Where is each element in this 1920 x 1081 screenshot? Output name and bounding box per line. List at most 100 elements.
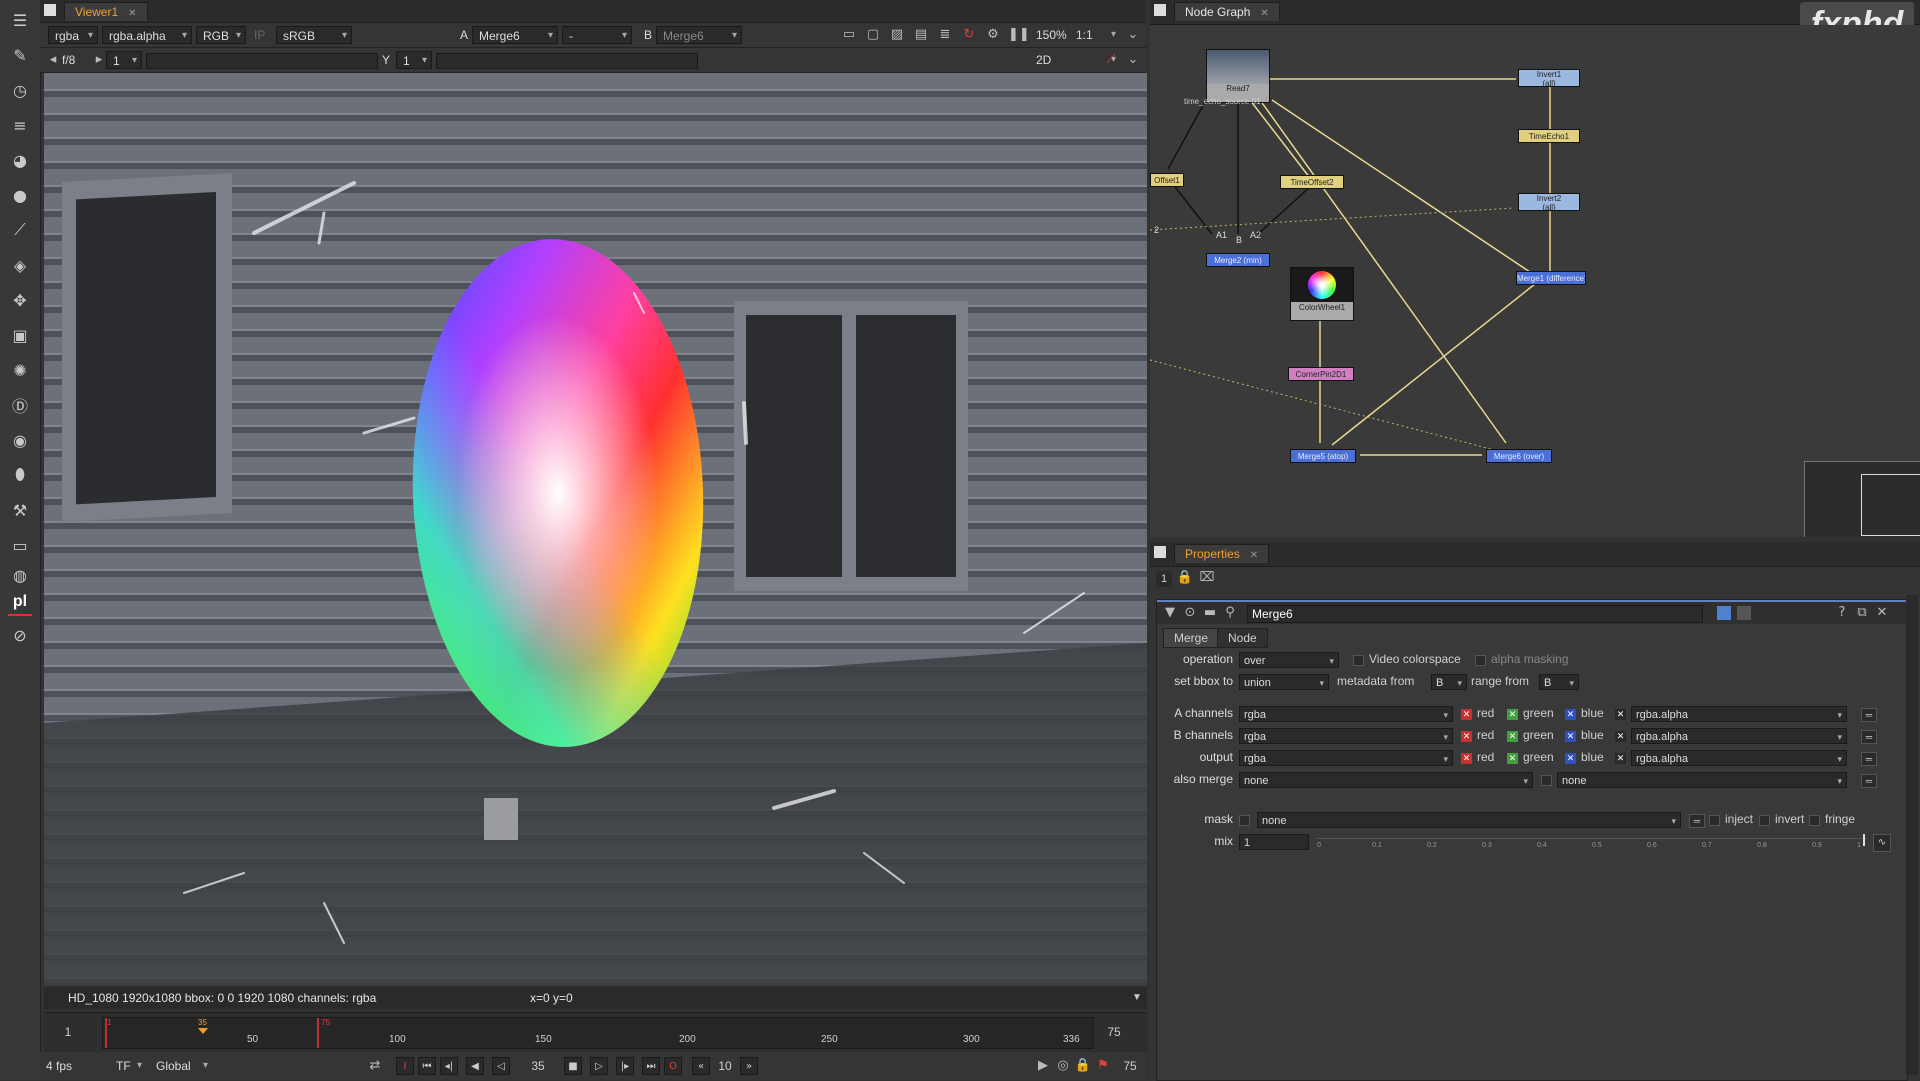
furnace-tool-icon[interactable]: ◍ [8,563,32,587]
also-merge-dropdown[interactable]: none [1239,772,1533,789]
link-icon[interactable]: ═ [1861,774,1877,788]
b-blue-checkbox[interactable]: ✕ [1565,731,1576,742]
refresh-icon[interactable]: ↻ [960,26,978,44]
b-red-checkbox[interactable]: ✕ [1461,731,1472,742]
lock-icon[interactable]: 🔒 [1176,569,1194,587]
tab-viewer1[interactable]: Viewer1 ✕ [64,2,148,21]
invert2-node[interactable]: Invert2 (all) [1518,193,1580,211]
lut-dropdown[interactable]: sRGB [276,26,352,45]
chevron-down-icon[interactable]: ⌄ [1124,51,1142,69]
merge2-node[interactable]: Merge2 (min) [1206,253,1270,267]
pane-menu-icon[interactable] [1154,4,1166,16]
close-icon[interactable]: ✕ [128,8,136,19]
mask-dropdown[interactable]: none [1257,812,1681,829]
cornerpin-node[interactable]: CornerPin2D1 [1288,367,1354,381]
keyer-tool-icon[interactable]: ⟋ [8,218,32,242]
merge-tool-icon[interactable]: ◈ [8,253,32,277]
link-icon[interactable]: ═ [1861,708,1877,722]
read-node[interactable]: Read7 [1206,49,1270,103]
link-icon[interactable]: ═ [1861,752,1877,766]
input-b-dropdown[interactable]: Merge6 [656,26,742,45]
tab-node-graph[interactable]: Node Graph ✕ [1174,2,1280,21]
output-dropdown[interactable]: rgba [1239,750,1453,767]
out-alpha-dropdown[interactable]: rgba.alpha [1631,750,1847,767]
operation-dropdown[interactable]: over [1239,652,1339,669]
out-alpha-checkbox[interactable]: ✕ [1615,753,1626,764]
ip-button[interactable]: IP [254,26,265,44]
invert-checkbox[interactable] [1759,815,1770,826]
view-icon[interactable]: ▬ [1201,604,1219,622]
a-blue-checkbox[interactable]: ✕ [1565,709,1576,720]
playhead-icon[interactable] [198,1028,208,1034]
timeoffset-node[interactable]: TimeOffset2 [1280,175,1344,189]
mix-slider-handle[interactable] [1863,834,1865,846]
also-merge-checkbox[interactable] [1541,775,1552,786]
metadata-dropdown[interactable]: B [1431,674,1467,691]
settings-icon[interactable]: ⚙ [984,26,1002,44]
invert1-node[interactable]: Invert1 (all) [1518,69,1580,87]
image-tool-icon[interactable]: ☰ [8,8,32,32]
help-icon[interactable]: ? [1833,604,1851,622]
alpha-masking-checkbox[interactable] [1475,655,1486,666]
pause-icon[interactable]: ❚❚ [1008,26,1030,44]
other-tool-icon[interactable]: ▭ [8,533,32,557]
timeline-out-frame[interactable]: 75 [1094,1021,1134,1043]
colorwheel-node[interactable]: ColorWheel1 [1290,267,1354,321]
time-tool-icon[interactable]: ◷ [8,78,32,102]
video-colorspace-checkbox[interactable] [1353,655,1364,666]
gamma-input[interactable]: 1 [396,51,432,70]
color2-icon[interactable] [1737,606,1751,620]
properties-scrollbar[interactable] [1906,595,1918,1075]
gain-slider[interactable] [146,53,378,69]
offset-node[interactable]: Offset1 [1150,173,1184,187]
list-icon[interactable]: ≣ [936,26,954,44]
b-alpha-dropdown[interactable]: rgba.alpha [1631,728,1847,745]
deep-tool-icon[interactable]: Ⓓ [8,393,32,417]
viewer-canvas[interactable] [44,73,1147,985]
close-icon[interactable]: ✕ [1873,604,1891,622]
play-backward-icon[interactable]: ◁ [492,1057,510,1075]
pane-menu-icon[interactable] [44,4,56,16]
a-alpha-dropdown[interactable]: rgba.alpha [1631,706,1847,723]
first-frame-icon[interactable]: ⏮ [418,1057,436,1075]
views-tool-icon[interactable]: ◉ [8,428,32,452]
color-icon[interactable] [1717,606,1731,620]
chevron-down-icon[interactable]: ⌄ [1124,26,1142,44]
tf-dropdown[interactable]: TF [110,1057,146,1075]
gamma-slider[interactable] [436,53,698,69]
node-name-input[interactable]: Merge6 [1247,605,1703,623]
record-icon[interactable]: ◎ [1054,1057,1072,1075]
float-icon[interactable]: ⧉ [1853,604,1871,622]
channel-tool-icon[interactable]: ≡ [8,113,32,137]
arrow-left-icon[interactable]: ◂ [44,51,62,69]
out-point-button[interactable]: O [664,1057,682,1075]
collapse-icon[interactable]: ▼ [1161,604,1179,622]
merge5-node[interactable]: Merge5 (atop) [1290,449,1356,463]
filter-tool-icon[interactable]: ● [8,183,32,207]
transform-tool-icon[interactable]: ✥ [8,288,32,312]
play-forward-icon[interactable]: ▷ [590,1057,608,1075]
cara-tool-icon[interactable]: ⊘ [8,623,32,647]
next-keyframe-icon[interactable]: |▸ [616,1057,634,1075]
color-tool-icon[interactable]: ◕ [8,148,32,172]
particles-tool-icon[interactable]: ✺ [8,358,32,382]
b-green-checkbox[interactable]: ✕ [1507,731,1518,742]
node-graph-canvas[interactable]: Read7 time_echo_source 01 Invert1 (all) T… [1150,25,1920,537]
draw-tool-icon[interactable]: ✎ [8,43,32,67]
merge-difference-node[interactable]: Merge1 (difference) [1516,271,1586,285]
flipbook-icon[interactable]: ▶ [1034,1057,1052,1075]
metadata-tool-icon[interactable]: ⬮ [8,463,32,487]
a-red-checkbox[interactable]: ✕ [1461,709,1472,720]
fringe-checkbox[interactable] [1809,815,1820,826]
mix-slider[interactable]: 0 0.1 0.2 0.3 0.4 0.5 0.6 0.7 0.8 0.9 1 [1317,834,1867,852]
last-frame-icon[interactable]: ⏭ [642,1057,660,1075]
a-alpha-checkbox[interactable]: ✕ [1615,709,1626,720]
step-forward-icon[interactable]: » [740,1057,758,1075]
timeline-in-frame[interactable]: 1 [48,1021,88,1043]
wipe-dropdown[interactable]: - [562,26,632,45]
pane-menu-icon[interactable] [1154,546,1166,558]
pl-tool-icon[interactable]: pl [8,590,32,616]
max-panels-input[interactable]: 1 [1156,571,1172,587]
mask-checkbox[interactable] [1239,815,1250,826]
toolsets-tool-icon[interactable]: ⚒ [8,498,32,522]
